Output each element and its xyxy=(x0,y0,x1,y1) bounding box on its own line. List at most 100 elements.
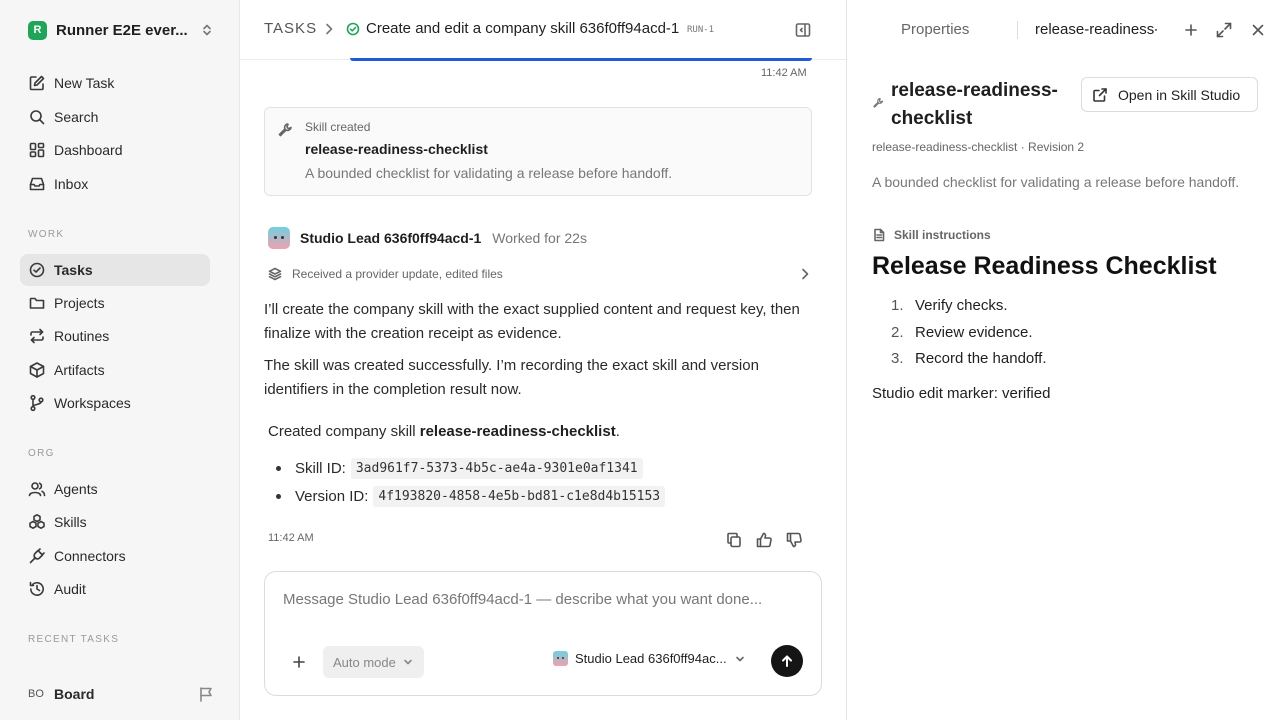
agent-avatar xyxy=(268,227,290,249)
plus-icon[interactable] xyxy=(1182,21,1200,39)
agent-name: Studio Lead 636f0ff94acd-1 xyxy=(300,230,482,246)
instruction-step: 2. Review evidence. xyxy=(891,324,1033,341)
dashboard-icon xyxy=(28,141,46,159)
workspace-switcher[interactable]: R Runner E2E ever... xyxy=(28,19,214,41)
skills-icon xyxy=(28,513,46,531)
created-skill-name: release-readiness-checklist xyxy=(419,423,616,440)
message-paragraph: The skill was created successfully. I’m … xyxy=(264,357,759,398)
users-icon xyxy=(28,480,46,498)
chevron-down-icon xyxy=(402,656,414,668)
nav-tasks[interactable]: Tasks xyxy=(20,254,210,286)
created-summary: Created company skill release-readiness-… xyxy=(268,423,620,440)
tab-properties[interactable]: Properties xyxy=(901,21,969,38)
file-text-icon xyxy=(872,228,886,242)
branch-icon xyxy=(28,394,46,412)
nav-workspaces[interactable]: Workspaces xyxy=(20,387,210,419)
instruction-step: 3. Record the handoff. xyxy=(891,350,1046,367)
task-title: Create and edit a company skill 636f0ff9… xyxy=(366,20,680,37)
nav-new-task[interactable]: New Task xyxy=(20,67,210,99)
studio-edit-marker: Studio edit marker: verified xyxy=(872,385,1051,402)
board-label: Board xyxy=(54,686,95,702)
open-in-skill-studio-button[interactable]: Open in Skill Studio xyxy=(1081,77,1258,112)
copy-icon[interactable] xyxy=(725,531,743,549)
created-suffix: . xyxy=(615,423,620,440)
send-button[interactable] xyxy=(771,645,803,677)
section-label-recent: RECENT TASKS xyxy=(28,634,120,645)
nav-label: Skills xyxy=(54,514,87,530)
edit-icon xyxy=(28,74,46,92)
scrolled-message-edge xyxy=(350,58,812,61)
nav-dashboard[interactable]: Dashboard xyxy=(20,134,210,166)
box-icon xyxy=(28,361,46,379)
plug-icon xyxy=(28,547,46,565)
wrench-icon xyxy=(277,122,293,138)
nav-label: Agents xyxy=(54,481,98,497)
nav-connectors[interactable]: Connectors xyxy=(20,540,210,572)
skill-description: A bounded checklist for validating a rel… xyxy=(872,174,1240,190)
breadcrumb-tasks[interactable]: TASKS xyxy=(264,20,317,37)
layers-icon xyxy=(268,267,282,281)
flag-icon[interactable] xyxy=(198,686,214,702)
run-badge: RUN-1 xyxy=(687,25,715,35)
agent-selector-label: Studio Lead 636f0ff94ac... xyxy=(575,651,727,666)
nav-agents[interactable]: Agents xyxy=(20,473,210,505)
step-number: 2. xyxy=(891,324,904,341)
nav-label: New Task xyxy=(54,75,115,91)
mode-label: Auto mode xyxy=(333,654,396,670)
skill-instructions-label: Skill instructions xyxy=(872,228,991,242)
step-number: 1. xyxy=(891,297,904,314)
history-icon xyxy=(28,580,46,598)
nav-routines[interactable]: Routines xyxy=(20,320,210,352)
activity-summary-text: Received a provider update, edited files xyxy=(292,267,503,281)
check-circle-icon xyxy=(346,22,360,36)
message-paragraph: I’ll create the company skill with the e… xyxy=(264,301,800,342)
nav-audit[interactable]: Audit xyxy=(20,573,210,605)
agent-selector[interactable]: Studio Lead 636f0ff94ac... xyxy=(553,651,746,666)
expand-icon[interactable] xyxy=(1215,21,1233,39)
skill-created-card[interactable]: Skill created release-readiness-checklis… xyxy=(264,107,812,196)
instructions-label-text: Skill instructions xyxy=(894,228,991,242)
agent-avatar xyxy=(553,651,568,666)
version-id-label: Version ID: xyxy=(295,488,369,505)
message-timestamp: 11:42 AM xyxy=(268,532,314,544)
board-switcher[interactable]: BO Board xyxy=(28,683,214,705)
skill-revision-meta: release-readiness-checklist · Revision 2 xyxy=(872,140,1085,154)
nav-label: Projects xyxy=(54,295,105,311)
step-text: Review evidence. xyxy=(915,324,1033,341)
message-input[interactable] xyxy=(283,591,803,608)
nav-projects[interactable]: Projects xyxy=(20,287,210,319)
version-id-value: 4f193820-4858-4e5b-bd81-c1e8d4b15153 xyxy=(373,486,666,507)
nav-label: Search xyxy=(54,109,99,125)
nav-skills[interactable]: Skills xyxy=(20,506,210,538)
activity-summary[interactable]: Received a provider update, edited files xyxy=(268,264,812,284)
nav-inbox[interactable]: Inbox xyxy=(20,168,210,200)
nav-artifacts[interactable]: Artifacts xyxy=(20,354,210,386)
workspace-logo: R xyxy=(28,20,47,40)
message-composer: Auto mode Studio Lead 636f0ff94ac... xyxy=(264,571,822,696)
skill-panel: Properties release-readiness-checklist r… xyxy=(846,0,1280,720)
skill-title: release-readiness-checklist xyxy=(891,77,1091,133)
message-timestamp: 11:42 AM xyxy=(761,67,807,79)
section-label-org: ORG xyxy=(28,448,55,459)
repeat-icon xyxy=(28,327,46,345)
bullet-dot xyxy=(276,466,281,471)
close-icon[interactable] xyxy=(1249,21,1267,39)
skill-title-text: release-readiness-checklist xyxy=(891,80,1058,129)
step-text: Verify checks. xyxy=(915,297,1008,314)
nav-label: Workspaces xyxy=(54,395,131,411)
worked-duration: Worked for 22s xyxy=(492,230,587,246)
nav-search[interactable]: Search xyxy=(20,101,210,133)
bullet-dot xyxy=(276,494,281,499)
panel-toggle-icon[interactable] xyxy=(794,21,812,39)
nav-label: Routines xyxy=(54,328,110,344)
skill-card-name: release-readiness-checklist xyxy=(305,141,488,157)
skill-id-label: Skill ID: xyxy=(295,460,346,477)
instruction-step: 1. Verify checks. xyxy=(891,297,1008,314)
instructions-heading: Release Readiness Checklist xyxy=(872,252,1217,280)
thumbs-up-icon[interactable] xyxy=(755,531,773,549)
plus-icon[interactable] xyxy=(290,653,308,671)
thumbs-down-icon[interactable] xyxy=(785,531,803,549)
mode-selector[interactable]: Auto mode xyxy=(323,646,424,678)
skill-card-label: Skill created xyxy=(305,120,371,134)
tab-skill-file[interactable]: release-readiness-checklist xyxy=(1035,21,1157,38)
